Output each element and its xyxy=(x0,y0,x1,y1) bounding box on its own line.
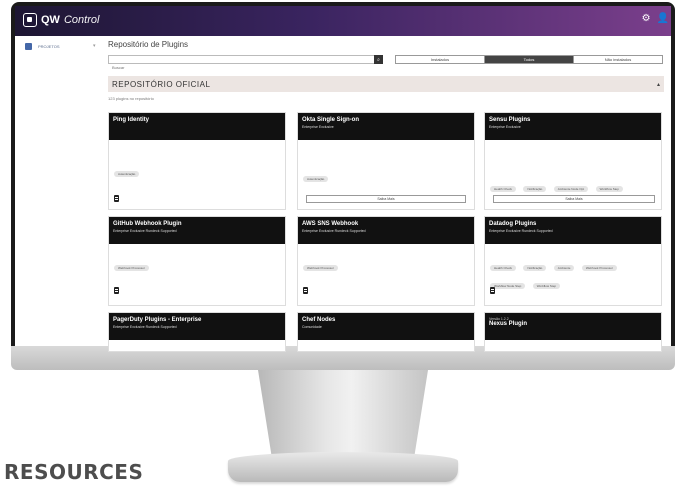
card-header: Okta Single Sign-on Enterprise Exclusive xyxy=(298,113,474,140)
resources-heading: RESOURCES xyxy=(4,460,144,484)
plugin-card-sensu[interactable]: Sensu Plugins Enterprise Exclusive Healt… xyxy=(484,112,662,210)
search-icon[interactable]: ⌕ xyxy=(374,55,383,64)
filter-segmented-control: Instalados Todos Não instalados xyxy=(395,55,663,64)
plugin-count: 123 plugins no repositório xyxy=(108,96,154,101)
document-icon[interactable] xyxy=(114,287,119,294)
document-icon[interactable] xyxy=(303,287,308,294)
card-header: PagerDuty Plugins - Enterprise Enterpris… xyxy=(109,313,285,340)
card-chip: Ambiente Node Opt xyxy=(553,186,589,192)
search-input[interactable] xyxy=(109,64,382,71)
card-chip: Webhook Processor xyxy=(303,265,338,271)
card-header: GitHub Webhook Plugin Enterprise Exclusi… xyxy=(109,217,285,244)
plugin-card-pagerduty[interactable]: PagerDuty Plugins - Enterprise Enterpris… xyxy=(108,312,286,352)
user-icon[interactable]: 👤 xyxy=(657,13,669,24)
card-chip: Ambiente xyxy=(553,265,575,271)
filter-all[interactable]: Todos xyxy=(485,56,574,63)
sidebar-item-label: PROJETOS xyxy=(38,44,60,49)
projects-icon xyxy=(25,43,32,50)
card-chip: Workflow Step xyxy=(595,186,623,192)
plugin-card-datadog[interactable]: Datadog Plugins Enterprise Exclusive Run… xyxy=(484,216,662,306)
filter-not-installed[interactable]: Não instalados xyxy=(574,56,662,63)
card-chip: Webhook Processor xyxy=(114,265,149,271)
search-box: ⌕ xyxy=(108,55,383,71)
plugin-card-okta[interactable]: Okta Single Sign-on Enterprise Exclusive… xyxy=(297,112,475,210)
card-header: Datadog Plugins Enterprise Exclusive Run… xyxy=(485,217,661,244)
monitor-stand-base xyxy=(228,452,458,482)
plugin-card-chef-nodes[interactable]: Chef Nodes Comunidade xyxy=(297,312,475,352)
card-chip: Health Check xyxy=(490,265,517,271)
card-title: PagerDuty Plugins - Enterprise xyxy=(113,317,202,323)
card-subtitle: Enterprise Exclusive Rundeck Supported xyxy=(489,229,553,233)
topbar-actions: ⚙ 👤 xyxy=(642,13,669,24)
card-title: AWS SNS Webhook xyxy=(302,221,359,227)
logo-control-text: Control xyxy=(63,14,100,26)
card-title: Ping Identity xyxy=(113,117,149,123)
card-header: Versão 1.2.2 Nexus Plugin xyxy=(485,313,661,340)
plugin-card-github-webhook[interactable]: GitHub Webhook Plugin Enterprise Exclusi… xyxy=(108,216,286,306)
card-chip: Webhook Processor xyxy=(581,265,617,271)
logo-qw-text: QW xyxy=(41,14,60,26)
card-chip: Autenticação xyxy=(303,176,329,182)
card-header: Chef Nodes Comunidade xyxy=(298,313,474,340)
card-title: GitHub Webhook Plugin xyxy=(113,221,182,227)
card-header: Ping Identity xyxy=(109,113,285,140)
monitor-stand-neck xyxy=(258,370,428,456)
document-icon[interactable] xyxy=(490,287,495,294)
card-title: Sensu Plugins xyxy=(489,117,531,123)
card-chip: Health Check xyxy=(490,186,517,192)
toolbar-row: ⌕ Instalados Todos Não instalados xyxy=(108,55,664,71)
card-subtitle: Enterprise Exclusive Rundeck Supported xyxy=(113,229,177,233)
card-title: Chef Nodes xyxy=(302,317,336,323)
repo-title: REPOSITÓRIO OFICIAL xyxy=(112,79,211,89)
card-chip: Notificação xyxy=(523,265,547,271)
card-title: Datadog Plugins xyxy=(489,221,537,227)
chevron-down-icon[interactable]: ▾ xyxy=(93,43,96,49)
card-chip: Workflow Node Step xyxy=(490,283,526,289)
card-subtitle: Enterprise Exclusive Rundeck Supported xyxy=(113,325,177,329)
card-chip: Workflow Step xyxy=(532,283,561,289)
plugin-card-ping-identity[interactable]: Ping Identity Autenticação xyxy=(108,112,286,210)
filter-installed[interactable]: Instalados xyxy=(396,56,485,63)
learn-more-button[interactable]: Saiba Mais xyxy=(306,195,466,203)
chevron-up-icon[interactable]: ▴ xyxy=(657,81,660,88)
gear-icon[interactable]: ⚙ xyxy=(642,13,651,24)
card-chip: Notificação xyxy=(523,186,547,192)
card-title: Okta Single Sign-on xyxy=(302,117,360,123)
sidebar xyxy=(15,6,103,346)
card-subtitle: Enterprise Exclusive xyxy=(489,125,521,129)
app-topbar xyxy=(15,6,671,36)
card-subtitle: Comunidade xyxy=(302,325,322,329)
card-subtitle: Enterprise Exclusive Rundeck Supported xyxy=(302,229,366,233)
plugin-card-nexus[interactable]: Versão 1.2.2 Nexus Plugin xyxy=(484,312,662,352)
repo-section-header[interactable]: REPOSITÓRIO OFICIAL ▴ xyxy=(108,76,664,92)
card-subtitle: Enterprise Exclusive xyxy=(302,125,334,129)
learn-more-button[interactable]: Saiba Mais xyxy=(493,195,655,203)
main-content: Repositório de Plugins ⌕ Instalados Todo… xyxy=(108,40,664,352)
plugin-card-aws-sns[interactable]: AWS SNS Webhook Enterprise Exclusive Run… xyxy=(297,216,475,306)
page-title: Repositório de Plugins xyxy=(108,40,189,49)
app-logo[interactable]: QW Control xyxy=(23,13,99,27)
card-header: Sensu Plugins Enterprise Exclusive xyxy=(485,113,661,140)
card-header: AWS SNS Webhook Enterprise Exclusive Run… xyxy=(298,217,474,244)
document-icon[interactable] xyxy=(114,195,119,202)
card-title: Nexus Plugin xyxy=(489,321,528,327)
card-chip: Autenticação xyxy=(114,171,140,177)
logo-mark-icon xyxy=(23,13,37,27)
sidebar-item-projetos[interactable]: PROJETOS xyxy=(25,43,60,50)
